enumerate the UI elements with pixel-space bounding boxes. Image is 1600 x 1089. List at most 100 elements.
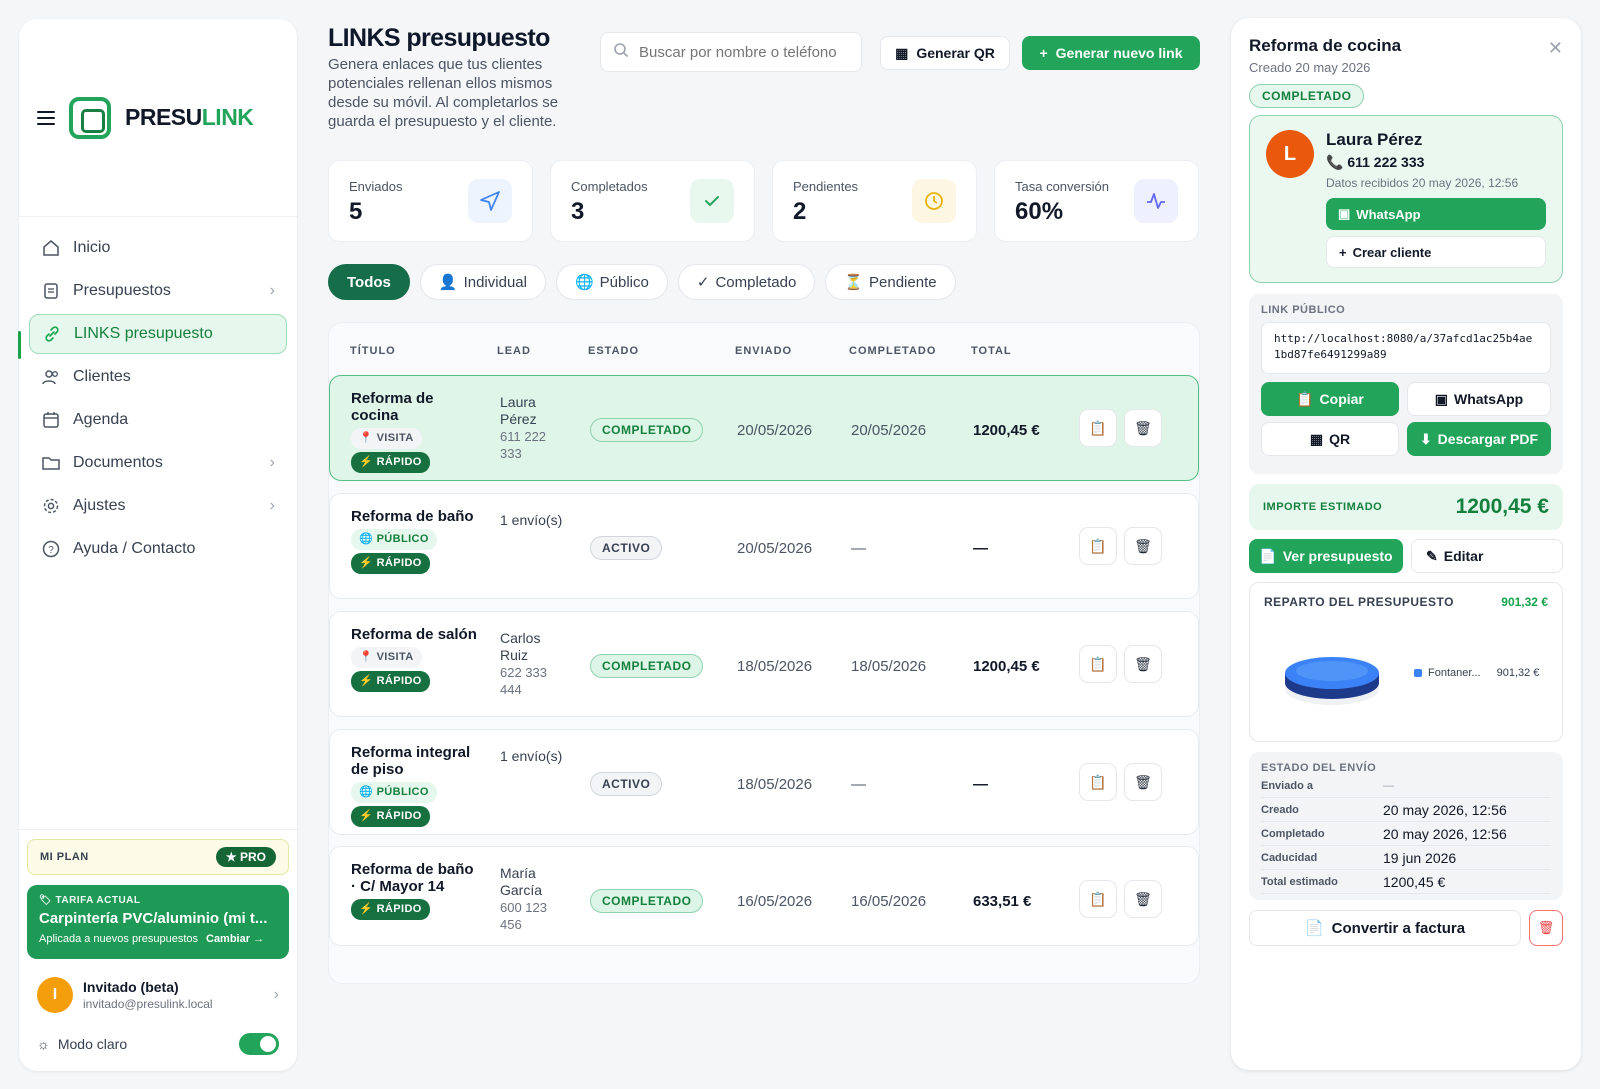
table-row[interactable]: Reforma de baño 🌐 PÚBLICO ⚡ RÁPIDO 1 envío(… [329, 493, 1199, 599]
delete-button[interactable]: 🗑 [1124, 409, 1162, 447]
sidebar-item-ajustes[interactable]: Ajustes › [29, 486, 287, 526]
help-icon: ? [41, 539, 61, 559]
create-client-button[interactable]: + Crear cliente [1326, 236, 1546, 268]
user-email: invitado@presulink.local [83, 997, 213, 1011]
clipboard-button[interactable]: 📋 [1079, 527, 1117, 565]
filter-chip[interactable]: 🌐 Público [555, 264, 668, 300]
filter-chip[interactable]: 👤 Individual [419, 264, 546, 300]
clipboard-button[interactable]: 📋 [1079, 645, 1117, 683]
main-content: LINKS presupuesto Genera enlaces que tus… [328, 24, 1200, 984]
delete-button[interactable]: 🗑 [1124, 527, 1162, 565]
sidebar-nav: Inicio Presupuestos › LINKS presupuesto Clie… [19, 217, 297, 580]
clipboard-button[interactable]: 📋 [1079, 880, 1117, 918]
tag-rapido: ⚡ RÁPIDO [351, 899, 430, 920]
close-icon[interactable]: ✕ [1548, 38, 1563, 59]
page-description: Genera enlaces que tus clientes potencia… [328, 56, 559, 130]
search-input[interactable] [639, 43, 849, 61]
breakdown-legend: Fontaner... 901,32 € [1414, 667, 1539, 679]
row-completed: 20/05/2026 [851, 422, 927, 439]
theme-toggle[interactable] [239, 1033, 279, 1055]
folder-icon [41, 453, 61, 473]
stat-card: Pendientes 2 [772, 160, 977, 242]
delete-button[interactable]: 🗑 [1124, 880, 1162, 918]
table-row[interactable]: Reforma integral de piso 🌐 PÚBLICO ⚡ RÁPID… [329, 729, 1199, 835]
edit-icon: ✎ [1426, 547, 1438, 564]
menu-icon[interactable] [37, 110, 55, 125]
sidebar-item-agenda[interactable]: Agenda [29, 400, 287, 440]
copy-button[interactable]: 📋 Copiar [1261, 382, 1399, 416]
row-title: Reforma de baño 🌐 PÚBLICO ⚡ RÁPIDO [351, 508, 481, 574]
filter-chip[interactable]: ⏳ Pendiente [825, 264, 956, 300]
document-icon: 📄 [1259, 547, 1277, 564]
delete-button[interactable]: 🗑 [1124, 645, 1162, 683]
view-budget-button[interactable]: 📄 Ver presupuesto [1249, 539, 1403, 573]
send-status-row: Total estimado 1200,45 € [1261, 870, 1551, 894]
stat-card: Tasa conversión 60% [994, 160, 1199, 242]
qr-button[interactable]: ▦ QR [1261, 422, 1399, 456]
tarifa-change-link[interactable]: Cambiar → [206, 933, 264, 945]
row-sent: 20/05/2026 [737, 422, 813, 439]
column-header: TOTAL [971, 345, 1012, 357]
table-row[interactable]: Reforma de cocina 📍 VISITA ⚡ RÁPIDO Laura P… [329, 375, 1199, 481]
sidebar-item-documentos[interactable]: Documentos › [29, 443, 287, 483]
estimated-amount-label: IMPORTE ESTIMADO [1263, 501, 1383, 513]
download-icon: ⬇ [1419, 430, 1432, 447]
column-header: COMPLETADO [849, 345, 937, 357]
row-lead: Carlos Ruiz 622 333 444 [500, 630, 547, 697]
edit-button[interactable]: ✎ Editar [1411, 539, 1563, 573]
clipboard-button[interactable]: 📋 [1079, 763, 1117, 801]
status-badge: COMPLETADO [1249, 84, 1365, 108]
row-total: 1200,45 € [973, 422, 1040, 439]
estimated-amount-value: 1200,45 € [1455, 495, 1549, 518]
table-row[interactable]: Reforma de salón 📍 VISITA ⚡ RÁPIDO Carlos R… [329, 611, 1199, 717]
generate-qr-button[interactable]: ▦ Generar QR [880, 36, 1010, 70]
delete-button[interactable]: 🗑 [1124, 763, 1162, 801]
sidebar-item-inicio[interactable]: Inicio [29, 228, 287, 268]
tag-rapido: ⚡ RÁPIDO [351, 553, 430, 574]
column-header: TÍTULO [350, 345, 396, 357]
clock-icon [912, 179, 956, 223]
breakdown-total: 901,32 € [1501, 595, 1548, 609]
sidebar-item-clientes[interactable]: Clientes [29, 357, 287, 397]
trash-icon: 🗑 [1134, 773, 1152, 790]
delete-button[interactable]: 🗑 [1529, 910, 1563, 946]
check-icon [690, 179, 734, 223]
send-status-value: 19 jun 2026 [1383, 849, 1457, 866]
stat-card: Completados 3 [550, 160, 755, 242]
link-icon [42, 324, 62, 344]
send-status-value: 20 may 2026, 12:56 [1383, 825, 1507, 842]
trash-icon: 🗑 [1537, 920, 1555, 935]
filter-chip[interactable]: Todos [328, 264, 410, 300]
client-whatsapp-button[interactable]: ▣ WhatsApp [1326, 198, 1546, 230]
clipboard-button[interactable]: 📋 [1079, 409, 1117, 447]
trash-icon: 🗑 [1134, 537, 1152, 554]
generate-link-button[interactable]: + Generar nuevo link [1022, 36, 1200, 70]
clipboard-icon: 📋 [1089, 890, 1107, 907]
sidebar-item-ayuda-contacto[interactable]: ? Ayuda / Contacto [29, 529, 287, 569]
tag-rapido: ⚡ RÁPIDO [351, 671, 430, 692]
calendar-icon [41, 410, 61, 430]
convert-invoice-button[interactable]: 📄 Convertir a factura [1249, 910, 1521, 946]
links-table: TÍTULO LEAD ESTADO ENVIADO COMPLETADO TOTAL R… [328, 322, 1200, 984]
table-row[interactable]: Reforma de baño · C/ Mayor 14 ⚡ RÁPIDO Mar… [329, 846, 1199, 946]
user-profile[interactable]: I Invitado (beta) invitado@presulink.loc… [37, 975, 279, 1015]
filter-chip[interactable]: ✓ Completado [677, 264, 816, 300]
download-pdf-button[interactable]: ⬇ Descargar PDF [1407, 422, 1551, 456]
svg-text:?: ? [48, 545, 54, 556]
send-status-row: Creado 20 may 2026, 12:56 [1261, 798, 1551, 822]
sidebar-item-presupuestos[interactable]: Presupuestos › [29, 271, 287, 311]
send-status-label: ESTADO DEL ENVÍO [1261, 762, 1377, 774]
sidebar-item-label: Agenda [73, 411, 129, 428]
row-sent: 20/05/2026 [737, 540, 813, 557]
legend-swatch [1414, 669, 1422, 677]
tarifa-label: 🏷 TARIFA ACTUAL [39, 895, 141, 906]
sidebar-item-label: Ajustes [73, 497, 126, 514]
tag-rapido: ⚡ RÁPIDO [351, 452, 430, 473]
whatsapp-share-button[interactable]: ▣ WhatsApp [1407, 382, 1551, 416]
row-title: Reforma de baño · C/ Mayor 14 ⚡ RÁPIDO [351, 861, 481, 920]
status-badge: ACTIVO [590, 536, 663, 560]
sidebar-item-links-presupuesto[interactable]: LINKS presupuesto [29, 314, 287, 354]
public-link-url[interactable]: http://localhost:8080/a/37afcd1ac25b4ae1… [1261, 322, 1551, 374]
search-box[interactable] [600, 32, 862, 72]
tarifa-card[interactable]: 🏷 TARIFA ACTUAL Carpintería PVC/aluminio… [27, 885, 289, 959]
